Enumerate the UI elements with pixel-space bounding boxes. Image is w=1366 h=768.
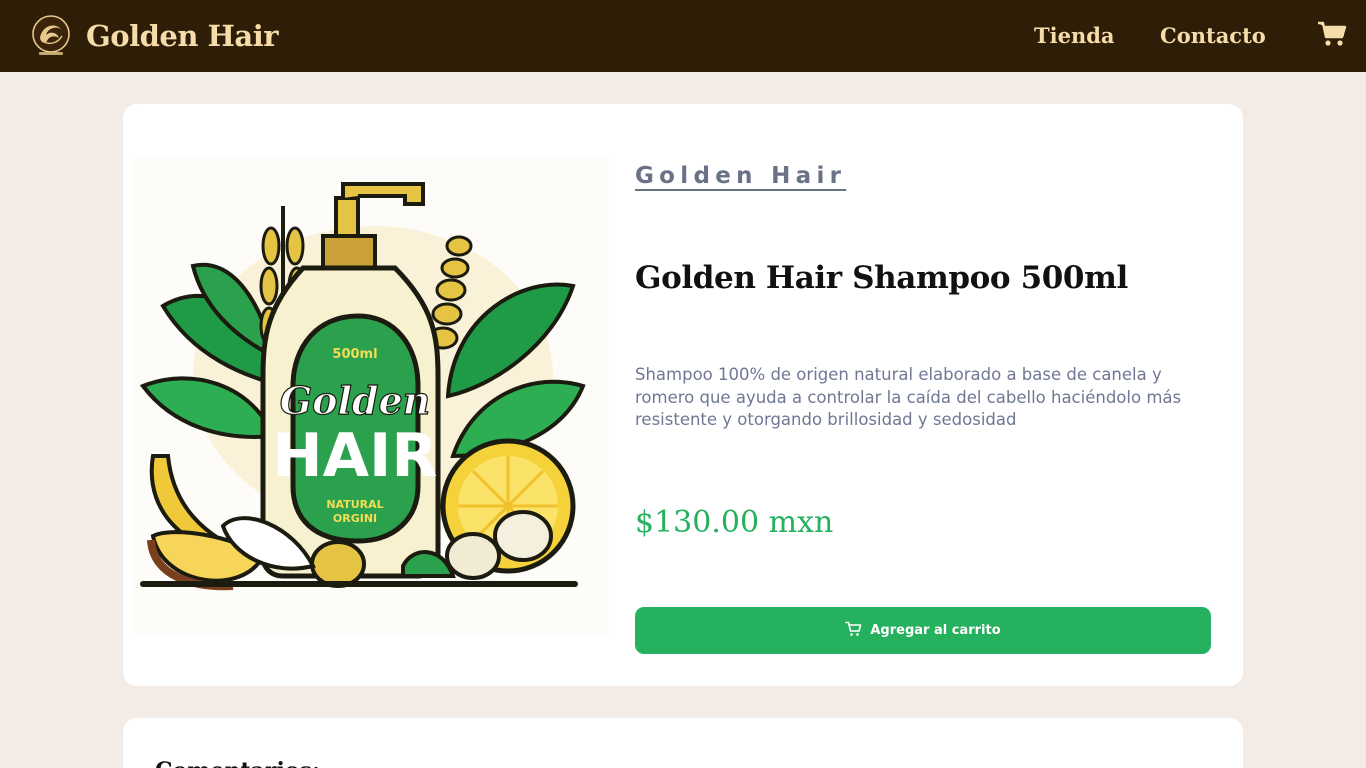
product-description: Shampoo 100% de origen natural elaborado… — [635, 365, 1182, 429]
brand-name[interactable]: Golden Hair — [86, 17, 279, 55]
bottle-label-orgini: ORGINI — [333, 512, 377, 525]
nav-link-tienda[interactable]: Tienda — [1034, 22, 1115, 50]
navbar: Golden Hair Tienda Contacto — [0, 0, 1366, 72]
add-to-cart-button[interactable]: Agregar al carrito — [635, 607, 1211, 654]
product-title: Golden Hair Shampoo 500ml — [635, 260, 1128, 296]
golden-hair-logo-icon[interactable] — [30, 14, 72, 58]
bottle-label-natural: NATURAL — [326, 498, 383, 511]
product-price: $130.00 mxn — [635, 505, 834, 540]
add-to-cart-label: Agregar al carrito — [870, 623, 1001, 638]
bottle-label-size: 500ml — [332, 347, 377, 362]
bottle-label-hair: HAIR — [272, 421, 437, 491]
product-card: 500ml Golden HAIR NATURAL ORGINI Golden … — [123, 104, 1243, 686]
product-brand-link[interactable]: Golden Hair — [635, 161, 846, 191]
comments-card: Comentarios: — [123, 718, 1243, 768]
comments-title: Comentarios: — [155, 756, 320, 768]
product-image: 500ml Golden HAIR NATURAL ORGINI — [133, 156, 609, 636]
cart-plus-icon — [845, 621, 862, 640]
bottle-label-golden: Golden — [280, 378, 431, 423]
nav-link-contacto[interactable]: Contacto — [1160, 22, 1266, 50]
shopping-cart-icon[interactable] — [1317, 20, 1347, 48]
